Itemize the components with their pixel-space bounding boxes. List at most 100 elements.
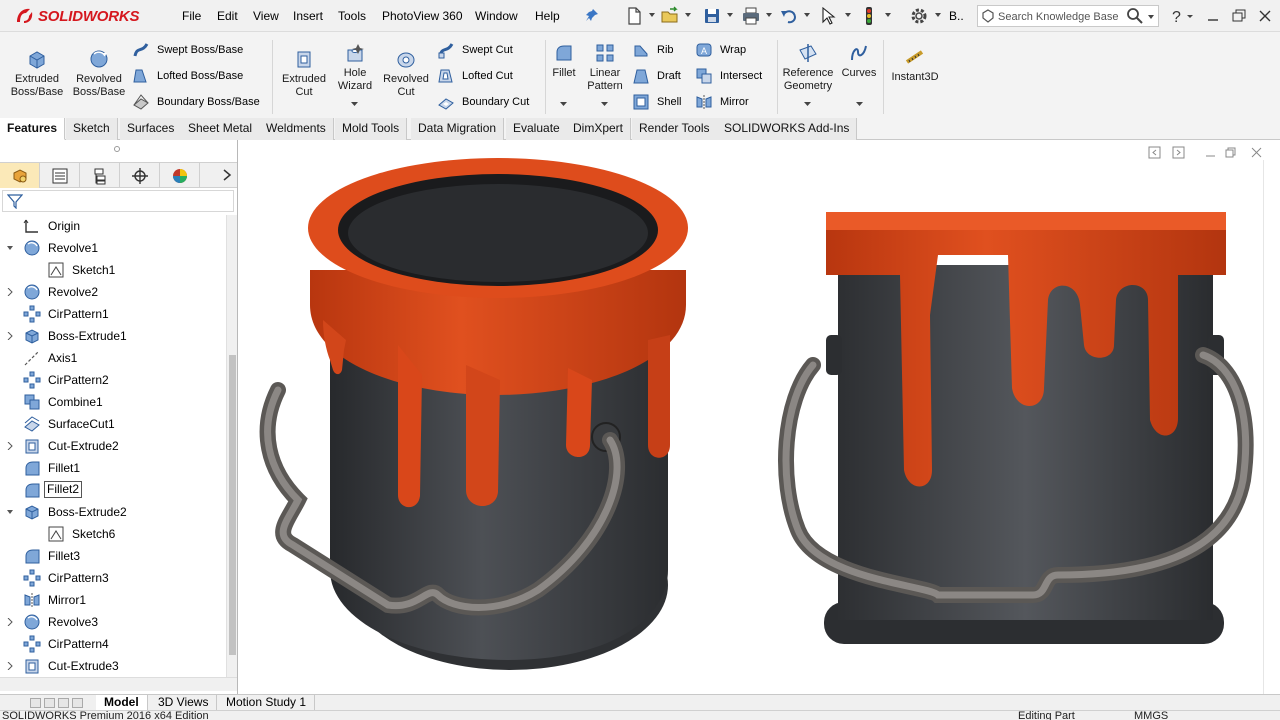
open-folder-icon[interactable] [660,6,680,26]
display-manager-tab[interactable] [160,163,200,188]
curves-button[interactable]: Curves [840,42,878,80]
boundary-boss-base-button[interactable]: Boundary Boss/Base [132,92,260,112]
search-input[interactable] [998,9,1130,24]
chevron-down-icon[interactable] [804,102,811,106]
chevron-down-icon[interactable] [845,13,851,17]
tab-dimxpert[interactable]: DimXpert [566,118,632,140]
tree-item-surfacecut1[interactable]: SurfaceCut1 [0,413,226,435]
chevron-down-icon[interactable] [856,102,863,106]
print-icon[interactable] [741,6,761,26]
tree-horizontal-scrollbar[interactable] [0,677,237,691]
mirror-button[interactable]: Mirror [695,92,749,112]
revolved-cut-button[interactable]: Revolved Cut [381,48,431,99]
tree-item-fillet2[interactable]: Fillet2 [0,479,226,501]
next-tab-arrow[interactable] [58,698,69,708]
chevron-down-icon[interactable] [601,102,608,106]
tree-vertical-scrollbar[interactable] [226,215,237,677]
chevron-down-icon[interactable] [885,13,891,17]
tree-item-revolve1[interactable]: Revolve1 [0,237,226,259]
tab-solidworks-add-ins[interactable]: SOLIDWORKS Add-Ins [717,118,858,140]
tree-item-fillet1[interactable]: Fillet1 [0,457,226,479]
intersect-button[interactable]: Intersect [695,66,762,86]
tab-motion-study-1[interactable]: Motion Study 1 [218,695,316,710]
tree-filter[interactable] [2,190,234,212]
draft-button[interactable]: Draft [632,66,681,86]
chevron-down-icon[interactable] [804,13,810,17]
tree-item-cirpattern2[interactable]: CirPattern2 [0,369,226,391]
graphics-area[interactable] [238,140,1280,694]
tree-item-cut-extrude2[interactable]: Cut-Extrude2 [0,435,226,457]
revolved-boss-base-button[interactable]: Revolved Boss/Base [70,48,128,99]
toolbar-overflow[interactable]: B.. [949,9,964,23]
tab-weldments[interactable]: Weldments [259,118,334,140]
chevron-right-icon[interactable] [7,332,13,340]
fillet-button[interactable]: Fillet [549,42,579,80]
search-icon[interactable] [1126,7,1144,25]
tree-item-fillet3[interactable]: Fillet3 [0,545,226,567]
hole-wizard-button[interactable]: Hole Wizard [333,42,377,93]
tab-mold-tools[interactable]: Mold Tools [335,118,408,140]
close-icon[interactable] [1256,7,1274,25]
chevron-right-icon[interactable] [7,442,13,450]
tree-item-cirpattern4[interactable]: CirPattern4 [0,633,226,655]
chevron-down-icon[interactable] [727,13,733,17]
shell-button[interactable]: Shell [632,92,681,112]
tab-sketch[interactable]: Sketch [66,118,118,140]
feature-manager-tab[interactable] [0,163,40,188]
first-tab-arrow[interactable] [30,698,41,708]
chevron-down-icon[interactable] [685,13,691,17]
property-manager-tab[interactable] [40,163,80,188]
chevron-down-icon[interactable] [649,13,655,17]
select-cursor-icon[interactable] [818,6,838,26]
chevron-down-icon[interactable] [1186,7,1194,25]
tab-3d-views[interactable]: 3D Views [150,695,218,710]
tree-item-cirpattern3[interactable]: CirPattern3 [0,567,226,589]
chevron-down-icon[interactable] [7,244,13,252]
undo-icon[interactable] [779,6,799,26]
tree-item-boss-extrude1[interactable]: Boss-Extrude1 [0,325,226,347]
solidworks-logo[interactable]: SOLIDWORKS [14,4,140,28]
new-document-icon[interactable] [624,6,644,26]
tab-features[interactable]: Features [0,118,66,140]
tab-render-tools[interactable]: Render Tools [632,118,718,140]
menu-window[interactable]: Window [475,9,518,23]
paint-can-model[interactable] [238,140,1280,694]
chevron-down-icon[interactable] [1148,15,1154,19]
restore-icon[interactable] [1230,7,1248,25]
tab-surfaces[interactable]: Surfaces [120,118,183,140]
help-icon[interactable]: ? [1168,7,1186,25]
minimize-icon[interactable] [1204,7,1222,25]
tab-data-migration[interactable]: Data Migration [411,118,505,140]
chevron-down-icon[interactable] [351,102,358,106]
linear-pattern-button[interactable]: Linear Pattern [583,42,627,93]
menu-help[interactable]: Help [535,9,560,23]
menu-view[interactable]: View [253,9,279,23]
last-tab-arrow[interactable] [72,698,83,708]
prev-tab-arrow[interactable] [44,698,55,708]
save-icon[interactable] [702,6,722,26]
chevron-down-icon[interactable] [560,102,567,106]
panel-grip-handle[interactable] [114,146,120,152]
tree-item-origin[interactable]: Origin [0,215,226,237]
tree-item-sketch6[interactable]: Sketch6 [0,523,226,545]
rib-button[interactable]: Rib [632,40,674,60]
tab-sheet-metal[interactable]: Sheet Metal [181,118,261,140]
boundary-cut-button[interactable]: Boundary Cut [437,92,529,112]
instant3d-button[interactable]: Instant3D [886,46,944,84]
chevron-right-icon[interactable] [222,168,232,182]
tree-item-boss-extrude2[interactable]: Boss-Extrude2 [0,501,226,523]
rebuild-traffic-light-icon[interactable] [859,6,879,26]
chevron-down-icon[interactable] [7,508,13,516]
wrap-button[interactable]: A Wrap [695,40,746,60]
tab-evaluate[interactable]: Evaluate [506,118,568,140]
menu-edit[interactable]: Edit [217,9,238,23]
extruded-boss-base-button[interactable]: Extruded Boss/Base [8,48,66,99]
swept-boss-base-button[interactable]: Swept Boss/Base [132,40,243,60]
tree-item-combine1[interactable]: Combine1 [0,391,226,413]
menu-insert[interactable]: Insert [293,9,323,23]
chevron-right-icon[interactable] [7,618,13,626]
menu-tools[interactable]: Tools [338,9,366,23]
tree-item-revolve2[interactable]: Revolve2 [0,281,226,303]
tree-item-revolve3[interactable]: Revolve3 [0,611,226,633]
lofted-boss-base-button[interactable]: Lofted Boss/Base [132,66,243,86]
